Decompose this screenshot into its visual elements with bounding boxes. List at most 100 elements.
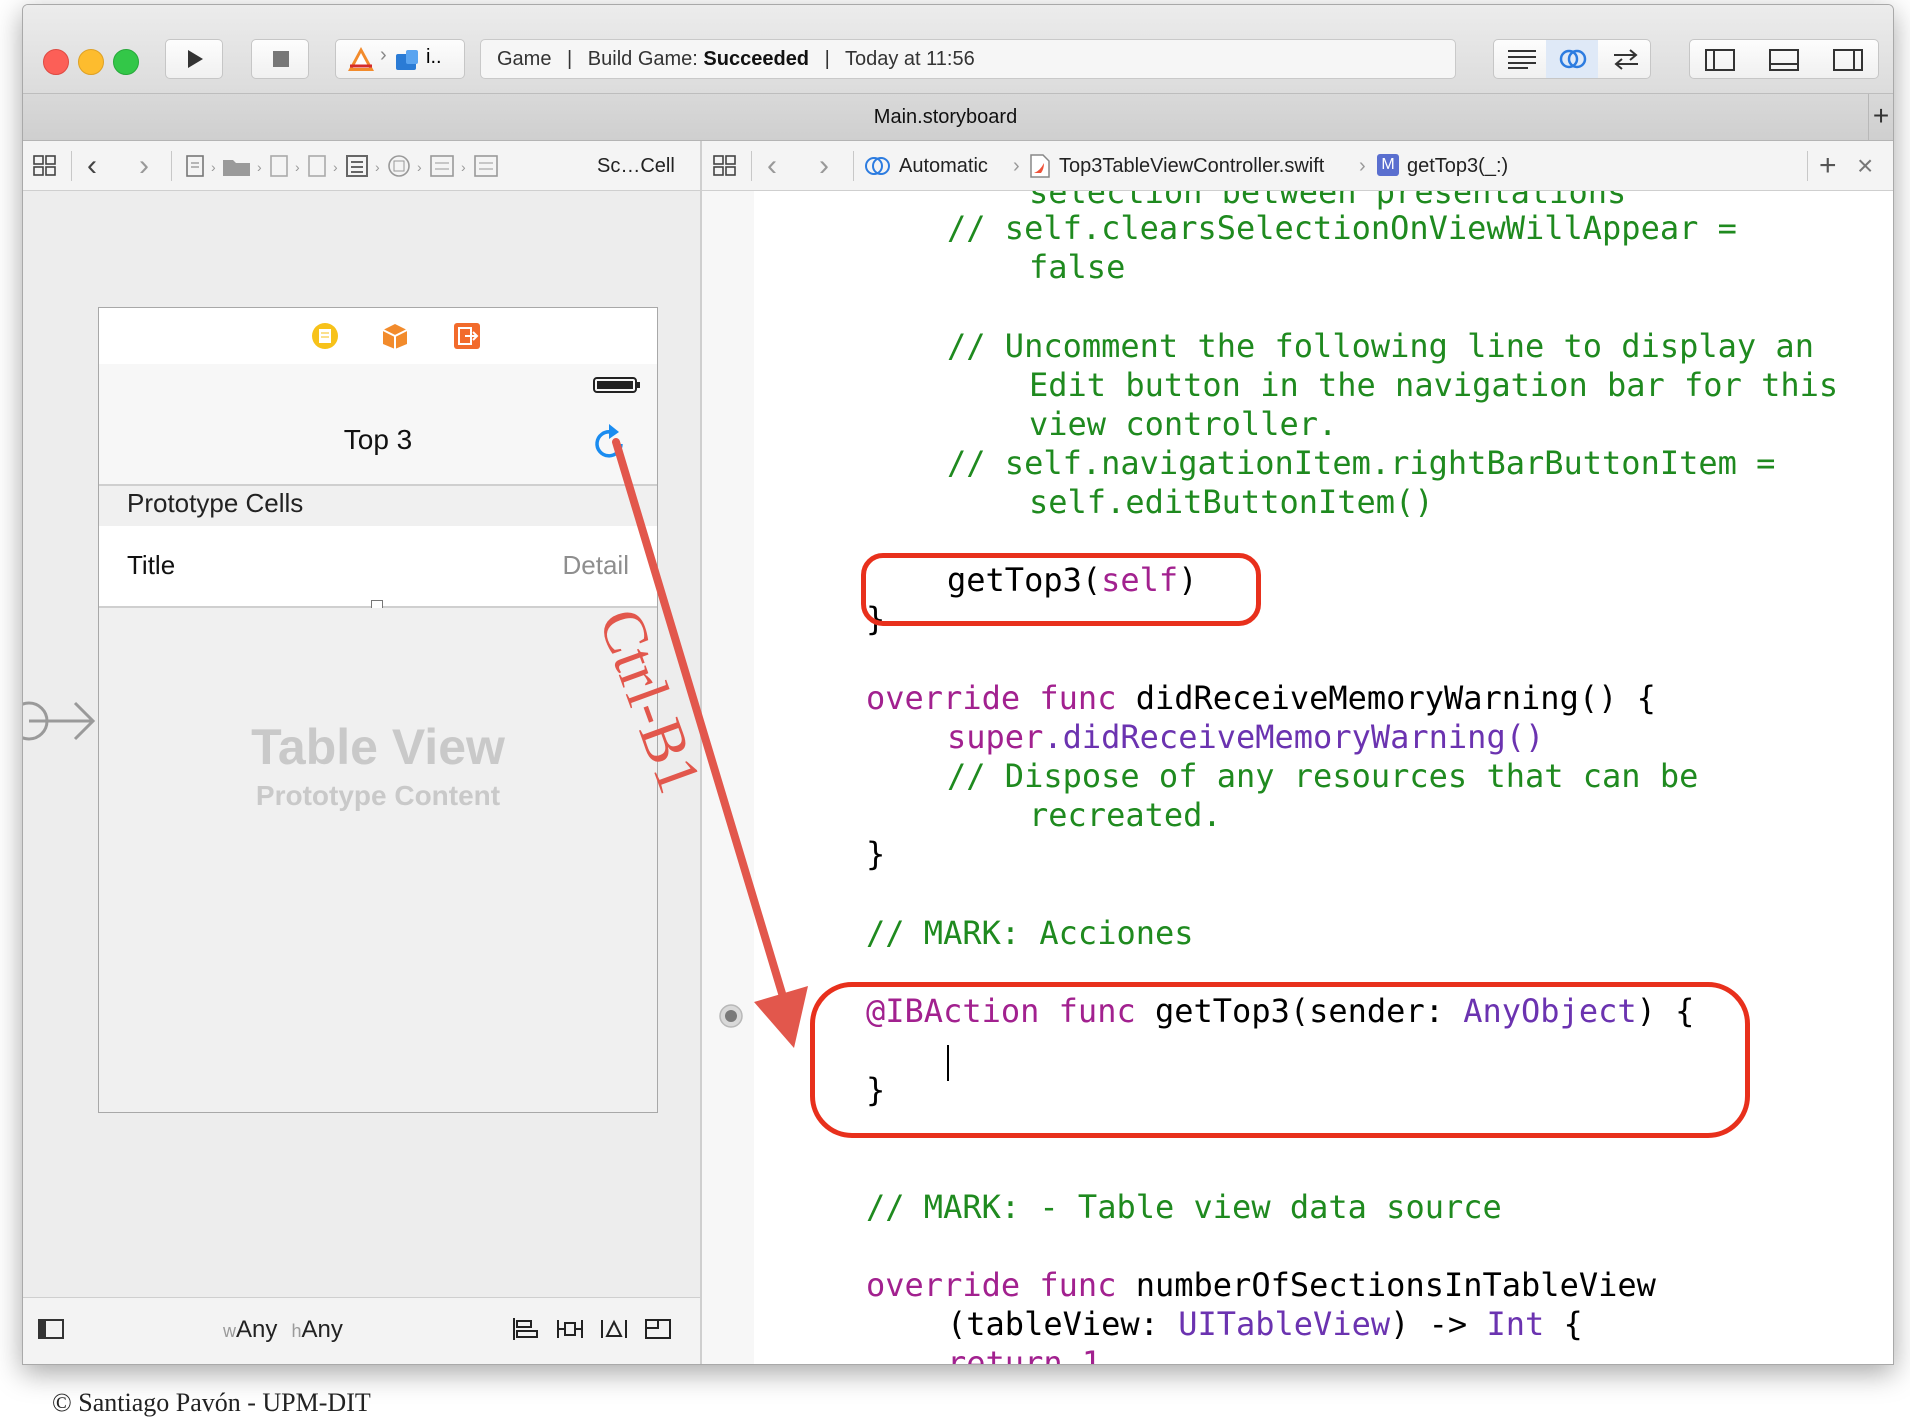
breadcrumb-cell[interactable]: Sc…Cell xyxy=(597,141,675,191)
canvas-bottom-bar: wAny hAny xyxy=(23,1297,700,1364)
zoom-window-button[interactable] xyxy=(113,49,139,75)
xcode-window: › i.. Game | Build Game: Succeeded | Tod… xyxy=(22,4,1894,1365)
status-target: Game xyxy=(497,48,552,70)
size-class-w-prefix: w xyxy=(223,1321,236,1341)
align-icon[interactable] xyxy=(511,1316,541,1342)
new-tab-button[interactable]: + xyxy=(1868,94,1893,140)
tab-bar: Main.storyboard + xyxy=(23,93,1893,141)
stop-icon xyxy=(273,51,289,67)
tab-main-storyboard[interactable]: Main.storyboard xyxy=(23,94,1868,140)
minimize-window-button[interactable] xyxy=(78,49,104,75)
code-line: // MARK: Acciones xyxy=(866,914,1194,952)
code-line: (tableView: UITableView) -> Int { xyxy=(947,1305,1583,1343)
code-line: super.didReceiveMemoryWarning() xyxy=(947,718,1545,756)
chevron-right-icon: › xyxy=(1359,155,1366,177)
svg-text:›: › xyxy=(375,159,380,175)
forward-arrow-icon[interactable]: › xyxy=(819,141,829,191)
run-button[interactable] xyxy=(165,39,223,79)
code-line: self.editButtonItem() xyxy=(1029,483,1434,521)
size-class-h-prefix: h xyxy=(291,1321,302,1341)
code-line: view controller. xyxy=(1029,405,1338,443)
nav-title: Top 3 xyxy=(343,424,413,455)
status-separator: | xyxy=(824,48,830,70)
code-line: recreated. xyxy=(1029,796,1222,834)
swift-file-name[interactable]: Top3TableViewController.swift xyxy=(1059,141,1324,191)
chevron-right-icon: › xyxy=(1013,155,1020,177)
scene-dock xyxy=(99,308,657,365)
resizing-behavior-icon[interactable] xyxy=(643,1316,673,1342)
size-class-w-value: Any xyxy=(236,1316,278,1343)
size-class-h-value: Any xyxy=(301,1316,343,1343)
debug-area-toggle-icon[interactable] xyxy=(1768,48,1800,72)
assistant-editor-icon xyxy=(1559,49,1587,69)
table-view-placeholder-title: Table View xyxy=(251,719,505,775)
assistant-editor-button[interactable] xyxy=(1546,40,1598,78)
scheme-label: i.. xyxy=(426,46,442,68)
stop-button[interactable] xyxy=(251,39,309,79)
highlight-ibaction xyxy=(810,982,1750,1138)
svg-text:›: › xyxy=(295,159,300,175)
code-line: // MARK: - Table view data source xyxy=(866,1188,1502,1226)
assistant-mode-icon xyxy=(865,157,890,175)
status-build-result: Succeeded xyxy=(703,48,810,70)
back-arrow-icon[interactable]: ‹ xyxy=(87,141,97,191)
drag-connection-arrow xyxy=(612,438,808,1048)
status-separator: | xyxy=(567,48,573,70)
version-editor-icon[interactable] xyxy=(1610,46,1642,72)
section-header-label: Prototype Cells xyxy=(127,488,304,518)
pin-icon[interactable] xyxy=(555,1316,585,1342)
related-items-icon[interactable] xyxy=(713,155,737,177)
editor-mode-group xyxy=(1493,39,1651,79)
close-window-button[interactable] xyxy=(43,49,69,75)
code-line: return 1 xyxy=(947,1344,1102,1364)
document-outline-toggle-icon[interactable] xyxy=(37,1318,65,1340)
close-assistant-button[interactable]: × xyxy=(1857,141,1873,191)
forward-arrow-icon[interactable]: › xyxy=(139,141,149,191)
first-responder-icon[interactable] xyxy=(381,322,409,350)
scheme-selector[interactable]: › i.. xyxy=(335,39,465,79)
toolbar: › i.. Game | Build Game: Succeeded | Tod… xyxy=(23,5,1893,93)
battery-icon xyxy=(593,377,640,393)
size-class-control[interactable]: wAny hAny xyxy=(223,1316,343,1344)
utilities-toggle-icon[interactable] xyxy=(1832,48,1864,72)
view-controller-scene[interactable]: Top 3 Prototype Cells Title Detail Table… xyxy=(98,307,658,1113)
prototype-cell[interactable]: Title Detail xyxy=(99,526,657,612)
code-line: // self.navigationItem.rightBarButtonIte… xyxy=(947,444,1776,482)
highlight-gettop3-call xyxy=(861,553,1261,626)
code-editor[interactable]: selection between presentations // self.… xyxy=(754,191,1893,1364)
jump-bars: ‹ › › › › › › › › Sc…Cell ‹ › Automatic xyxy=(23,141,1893,191)
exit-icon[interactable] xyxy=(453,322,481,350)
method-badge-icon: M xyxy=(1377,154,1399,176)
cell-title-label: Title xyxy=(127,550,176,580)
table-view-placeholder-subtitle: Prototype Content xyxy=(255,780,501,811)
view-toggle-group xyxy=(1689,39,1879,79)
breadcrumb-icons[interactable]: › › › › › › › xyxy=(183,154,593,180)
method-name[interactable]: getTop3(_:) xyxy=(1407,141,1508,191)
code-line: override func didReceiveMemoryWarning() … xyxy=(866,679,1656,717)
swift-file-icon xyxy=(1030,154,1050,178)
svg-text:›: › xyxy=(333,159,338,175)
code-line: } xyxy=(866,835,886,873)
chevron-right-icon: › xyxy=(380,44,387,66)
standard-editor-icon[interactable] xyxy=(1506,48,1538,70)
table-view[interactable]: Table View Prototype Content xyxy=(99,608,657,1112)
add-assistant-button[interactable]: + xyxy=(1819,141,1837,191)
resolve-auto-layout-icon[interactable] xyxy=(599,1316,629,1342)
copyright: © Santiago Pavón - UPM-DIT xyxy=(52,1388,371,1417)
related-items-icon[interactable] xyxy=(33,155,57,177)
play-icon xyxy=(188,50,203,68)
view-controller-icon[interactable] xyxy=(311,322,339,350)
navigation-bar[interactable]: Top 3 xyxy=(99,364,657,486)
navigator-toggle-icon[interactable] xyxy=(1704,48,1736,72)
code-line: // Uncomment the following line to displ… xyxy=(947,327,1814,365)
assistant-mode[interactable]: Automatic xyxy=(899,141,988,191)
code-line: override func numberOfSectionsInTableVie… xyxy=(866,1266,1656,1304)
table-section-header: Prototype Cells xyxy=(99,486,657,526)
svg-text:›: › xyxy=(461,159,466,175)
svg-text:›: › xyxy=(211,159,216,175)
code-line: // Dispose of any resources that can be xyxy=(947,757,1699,795)
back-arrow-icon[interactable]: ‹ xyxy=(767,141,777,191)
code-line: false xyxy=(1029,248,1126,286)
code-line: // self.clearsSelectionOnViewWillAppear … xyxy=(947,209,1737,247)
app-target-icon xyxy=(348,47,374,71)
